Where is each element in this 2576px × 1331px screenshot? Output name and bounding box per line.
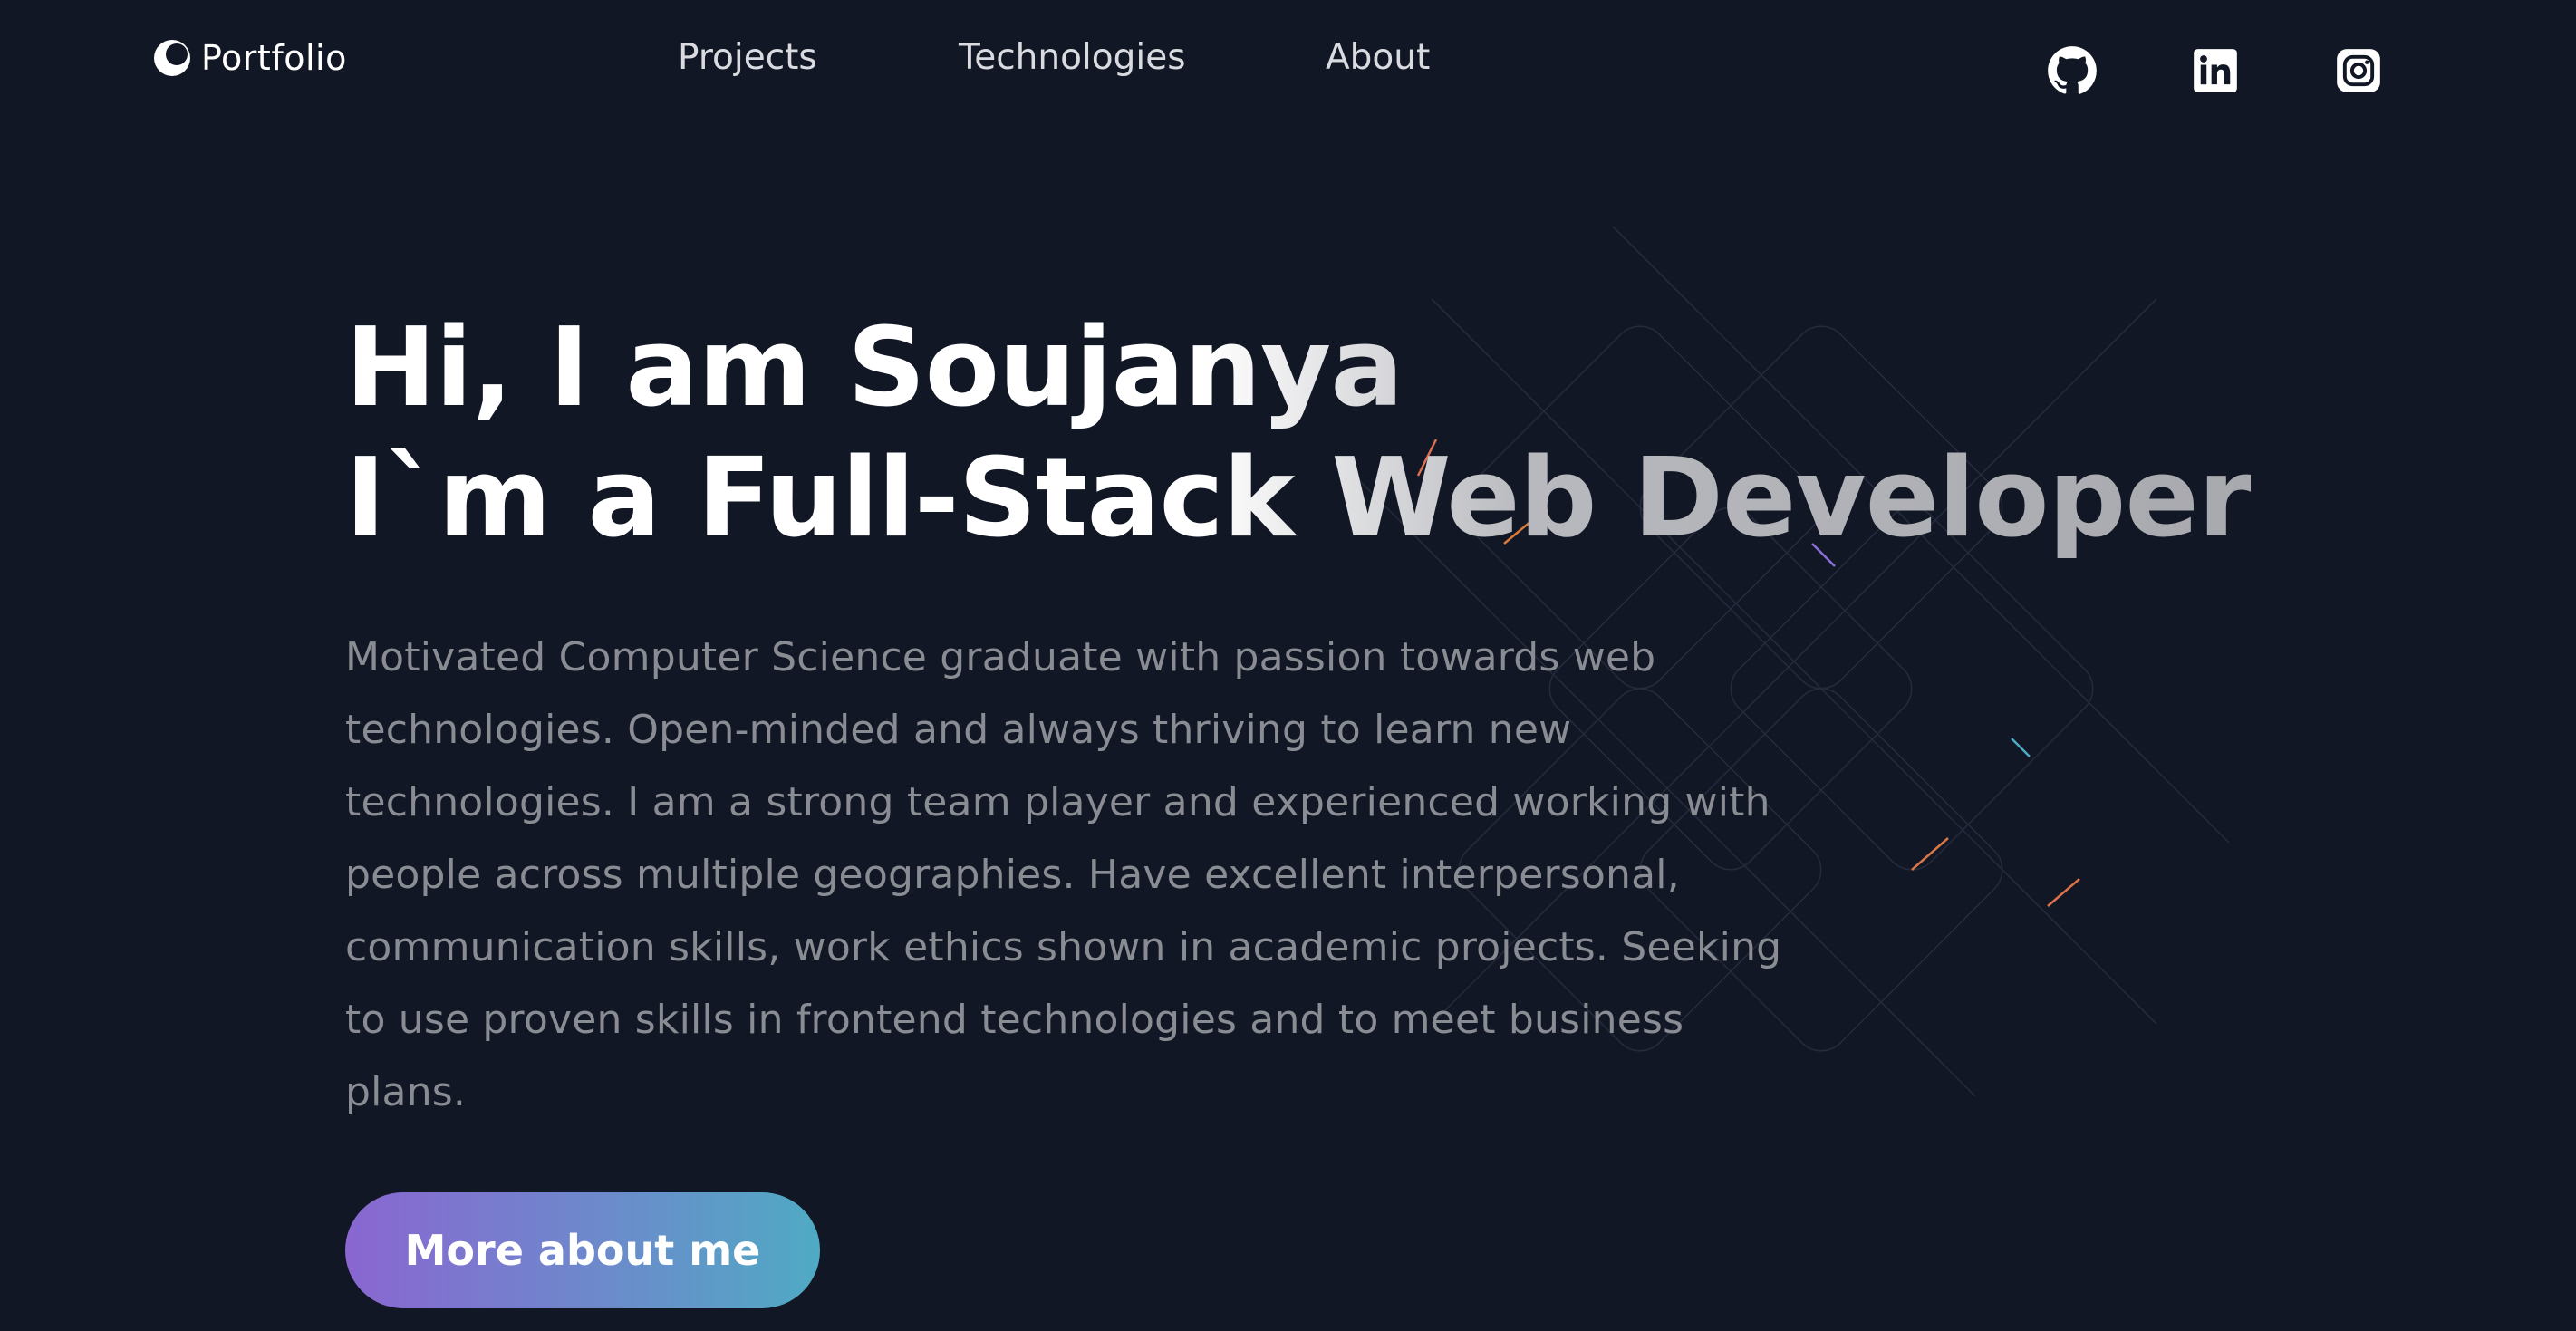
hero-role: I`m a Full-Stack Web Developer bbox=[345, 436, 2251, 562]
hero-title: Hi, I am Soujanya I`m a Full-Stack Web D… bbox=[345, 304, 2251, 564]
logo-text: Portfolio bbox=[201, 38, 347, 78]
nav-link-technologies[interactable]: Technologies bbox=[959, 34, 1186, 82]
github-icon bbox=[2048, 46, 2097, 94]
hero-description: Motivated Computer Science graduate with… bbox=[345, 634, 1782, 1115]
more-about-me-button[interactable]: More about me bbox=[345, 1192, 820, 1308]
logo-icon bbox=[154, 40, 190, 76]
linkedin-icon bbox=[2194, 49, 2237, 92]
linkedin-link[interactable] bbox=[2188, 43, 2243, 98]
nav-link-projects[interactable]: Projects bbox=[678, 34, 817, 82]
instagram-link[interactable] bbox=[2331, 43, 2386, 98]
nav-link-about[interactable]: About bbox=[1326, 34, 1430, 82]
logo-link[interactable]: Portfolio bbox=[152, 34, 347, 82]
page: Portfolio Projects Technologies About Hi… bbox=[0, 0, 2576, 1331]
hero-greeting: Hi, I am Soujanya bbox=[345, 305, 1404, 431]
instagram-icon bbox=[2337, 49, 2380, 92]
github-link[interactable] bbox=[2045, 43, 2099, 98]
